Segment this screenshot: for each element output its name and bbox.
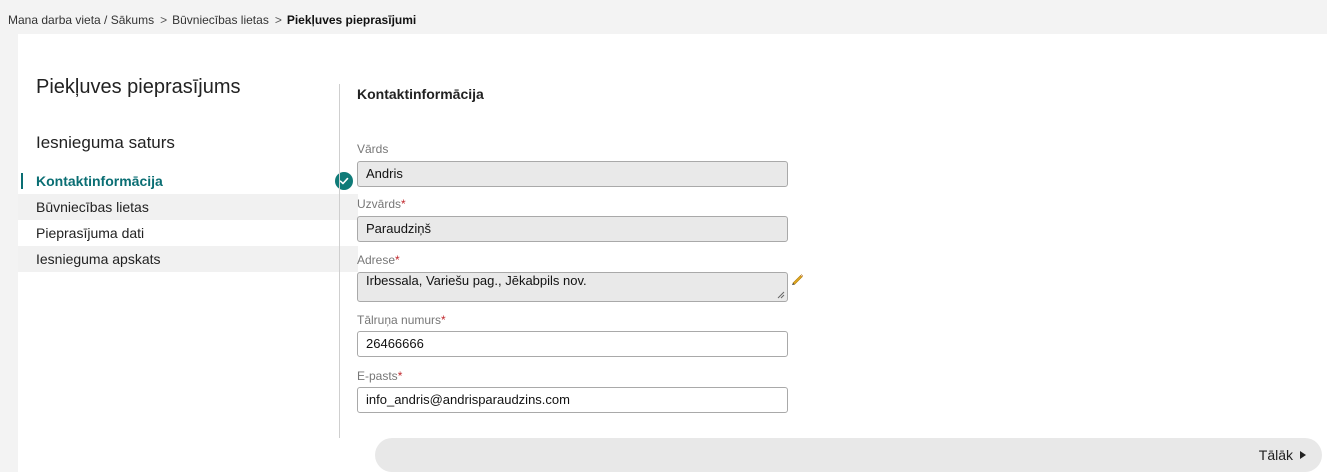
sidebar-item-label: Pieprasījuma dati — [36, 225, 145, 241]
sidebar-item-pieprasijuma-dati[interactable]: Pieprasījuma dati — [18, 220, 358, 246]
talrunis-label: Tālruņa numurs* — [357, 313, 446, 327]
adrese-field[interactable]: Irbessala, Variešu pag., Jēkabpils nov. — [357, 272, 788, 302]
adrese-value: Irbessala, Variešu pag., Jēkabpils nov. — [366, 273, 587, 288]
sidebar-item-label: Iesnieguma apskats — [36, 251, 161, 267]
next-button-label: Tālāk — [1258, 447, 1293, 463]
section-title: Kontaktinformācija — [357, 86, 484, 102]
breadcrumb-current: Piekļuves pieprasījumi — [286, 13, 417, 27]
breadcrumb-separator: > — [160, 13, 168, 27]
vertical-divider — [339, 84, 340, 438]
sidebar-nav: Kontaktinformācija Būvniecības lietas Pi… — [18, 168, 358, 272]
epasts-label: E-pasts* — [357, 369, 403, 383]
pencil-icon[interactable] — [790, 272, 804, 286]
uzvards-field[interactable]: Paraudziņš — [357, 216, 788, 242]
uzvards-label: Uzvārds* — [357, 197, 406, 211]
next-button[interactable]: Tālāk — [1259, 447, 1306, 463]
required-mark: * — [441, 313, 446, 327]
triangle-right-icon — [1300, 451, 1306, 459]
check-circle-icon — [335, 172, 353, 190]
sidebar-title: Iesnieguma saturs — [36, 133, 175, 152]
sidebar-item-label: Būvniecības lietas — [36, 199, 149, 215]
page-title: Piekļuves pieprasījums — [36, 76, 241, 98]
required-mark: * — [401, 197, 406, 211]
phone-field[interactable]: 26466666 — [357, 331, 788, 357]
sidebar-item-label: Kontaktinformācija — [36, 173, 163, 189]
breadcrumb-item-cases[interactable]: Būvniecības lietas — [172, 13, 269, 27]
email-field[interactable]: info_andris@andrisparaudzins.com — [357, 387, 788, 413]
required-mark: * — [397, 369, 403, 383]
adrese-label: Adrese* — [357, 253, 400, 267]
breadcrumb: Mana darba vieta / Sākums > Būvniecības li… — [8, 13, 416, 27]
footer-bar: Tālāk — [375, 438, 1322, 472]
resize-handle-icon[interactable] — [777, 291, 785, 299]
contact-form: Kontaktinformācija Vārds Andris Uzvārds*… — [357, 84, 1322, 472]
vards-field[interactable]: Andris — [357, 161, 788, 187]
vards-label: Vārds — [357, 142, 389, 156]
required-mark: * — [395, 253, 400, 267]
breadcrumb-separator: > — [274, 13, 282, 27]
sidebar-item-buvniecibas-lietas[interactable]: Būvniecības lietas — [18, 194, 358, 220]
breadcrumb-item-home[interactable]: Mana darba vieta / Sākums — [8, 13, 154, 27]
sidebar-item-iesnieguma-apskats[interactable]: Iesnieguma apskats — [18, 246, 358, 272]
sidebar-item-kontaktinformacija[interactable]: Kontaktinformācija — [18, 168, 358, 194]
